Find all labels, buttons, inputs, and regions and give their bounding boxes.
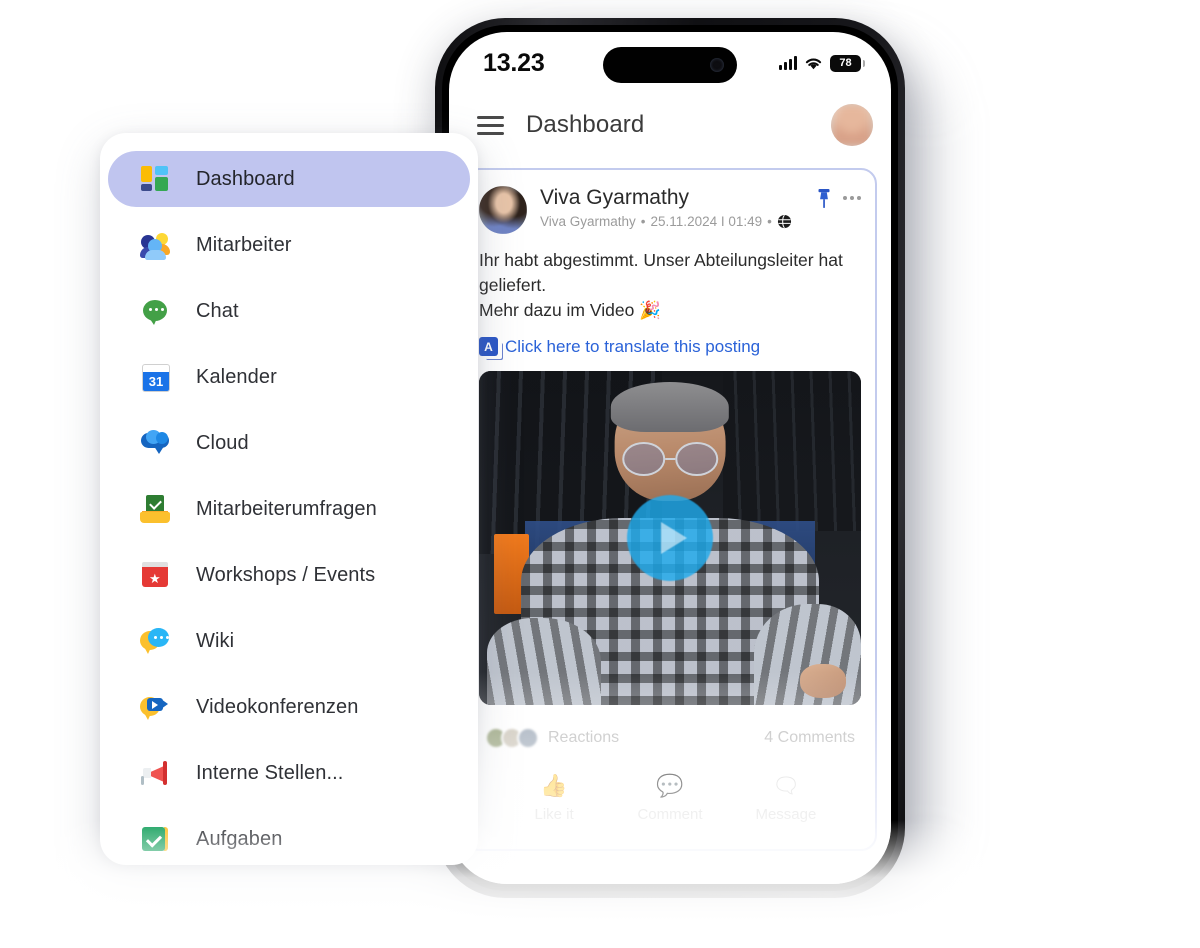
post-header-actions — [815, 186, 861, 210]
post-author-name: Viva Gyarmathy — [540, 186, 689, 209]
reactions-summary[interactable]: Reactions — [485, 726, 620, 749]
meta-separator-2: • — [767, 213, 772, 229]
post-card: Viva Gyarmathy Viva Gyarmathy • 25.11.20… — [463, 168, 877, 851]
translate-icon: A — [479, 337, 498, 357]
status-time: 13.23 — [483, 48, 545, 77]
translate-posting-link[interactable]: A Click here to translate this posting — [479, 337, 861, 357]
post-body: Ihr habt abgestimmt. Unser Abteilungslei… — [479, 248, 861, 323]
like-label: Like it — [534, 805, 574, 823]
wifi-icon — [805, 58, 822, 69]
avatar-image — [831, 104, 873, 146]
reaction-avatars — [485, 726, 539, 749]
message-button[interactable]: 🗨 Message — [729, 772, 843, 823]
reactions-label: Reactions — [548, 728, 620, 746]
sidebar-item-cloud[interactable]: Cloud — [108, 415, 470, 471]
sidebar-item-label: Cloud — [196, 431, 249, 454]
post-footer: Reactions 4 Comments 👍 Like it 💬 Comment — [479, 705, 861, 849]
post-author-block: Viva Gyarmathy Viva Gyarmathy • 25.11.20… — [540, 186, 815, 229]
megaphone-icon — [140, 758, 170, 788]
chat-icon — [140, 296, 170, 326]
dynamic-island — [603, 47, 737, 83]
sidebar-item-label: Chat — [196, 299, 239, 322]
sidebar-item-label: Kalender — [196, 365, 277, 388]
comment-button[interactable]: 💬 Comment — [613, 772, 727, 823]
more-options-icon[interactable] — [843, 188, 861, 200]
post-publisher: Viva Gyarmathy — [540, 213, 636, 229]
video-person-glasses — [622, 442, 718, 477]
sidebar-item-label: Interne Stellen... — [196, 761, 344, 784]
comments-count[interactable]: 4 Comments — [764, 729, 855, 747]
sidebar-item-label: Mitarbeiter — [196, 233, 292, 256]
dashboard-icon — [140, 164, 170, 194]
sidebar-item-kalender[interactable]: 31 Kalender — [108, 349, 470, 405]
sidebar-item-label: Mitarbeiterumfragen — [196, 497, 377, 520]
sidebar-item-mitarbeiter[interactable]: Mitarbeiter — [108, 217, 470, 273]
globe-icon — [777, 214, 792, 229]
battery-icon: 78 — [830, 54, 865, 72]
calendar-day: 31 — [143, 372, 169, 391]
post-video-thumbnail[interactable] — [479, 370, 861, 705]
pin-icon[interactable] — [815, 188, 833, 210]
meta-separator-1: • — [640, 213, 646, 229]
survey-icon — [140, 494, 170, 524]
sidebar-item-chat[interactable]: Chat — [108, 283, 470, 339]
sidebar-item-videokonferenzen[interactable]: Videokonferenzen — [108, 679, 470, 735]
post-header: Viva Gyarmathy Viva Gyarmathy • 25.11.20… — [479, 186, 861, 234]
video-person-hair — [610, 382, 730, 433]
post-body-line-1: Ihr habt abgestimmt. Unser Abteilungslei… — [479, 250, 843, 295]
calendar-icon: 31 — [140, 362, 170, 392]
task-check-icon — [140, 824, 170, 854]
cloud-icon — [140, 428, 170, 458]
avatar[interactable] — [831, 104, 873, 146]
sidebar-item-label: Dashboard — [196, 167, 295, 190]
phone-mockup: 13.23 78 Dashboard Viva Gyarmathy Viva G… — [435, 18, 931, 898]
hamburger-menu-icon[interactable] — [477, 115, 504, 135]
reactions-row: Reactions 4 Comments — [485, 726, 855, 749]
sidebar-item-wiki[interactable]: Wiki — [108, 613, 470, 669]
video-camera-icon — [140, 692, 170, 722]
phone-frame: 13.23 78 Dashboard Viva Gyarmathy Viva G… — [435, 18, 905, 898]
status-icons: 78 — [779, 54, 870, 72]
sidebar-navigation-panel: Dashboard Mitarbeiter Chat 31 Kalender C… — [100, 133, 478, 865]
post-action-bar: 👍 Like it 💬 Comment 🗨 Message — [485, 749, 855, 849]
front-camera-icon — [710, 58, 724, 72]
cellular-signal-icon — [779, 56, 797, 70]
comment-bubble-icon: 💬 — [656, 772, 684, 798]
video-bg-wall-right — [723, 370, 861, 531]
app-header: Dashboard — [449, 94, 891, 156]
event-icon: ★ — [140, 560, 170, 590]
post-meta: Viva Gyarmathy • 25.11.2024 I 01:49 • — [540, 214, 815, 229]
sidebar-item-label: Videokonferenzen — [196, 695, 359, 718]
post-body-line-2: Mehr dazu im Video 🎉 — [479, 299, 661, 320]
post-datetime: 25.11.2024 I 01:49 — [650, 213, 763, 229]
sidebar-item-workshops-events[interactable]: ★ Workshops / Events — [108, 547, 470, 603]
sidebar-item-mitarbeiterumfragen[interactable]: Mitarbeiterumfragen — [108, 481, 470, 537]
sidebar-item-aufgaben[interactable]: Aufgaben — [108, 811, 470, 865]
people-icon — [140, 230, 170, 260]
message-label: Message — [755, 805, 817, 823]
sidebar-item-dashboard[interactable]: Dashboard — [108, 151, 470, 207]
phone-screen: 13.23 78 Dashboard Viva Gyarmathy Viva G… — [449, 32, 891, 884]
page-title: Dashboard — [526, 111, 645, 138]
post-author-avatar[interactable] — [479, 186, 527, 234]
comment-label: Comment — [637, 805, 703, 823]
sidebar-item-label: Wiki — [196, 629, 235, 652]
post-author-avatar-image — [479, 186, 527, 234]
message-bubble-icon: 🗨 — [771, 772, 800, 798]
sidebar-item-interne-stellen[interactable]: Interne Stellen... — [108, 745, 470, 801]
translate-label: Click here to translate this posting — [505, 336, 761, 356]
video-person-arm-left — [486, 617, 602, 705]
sidebar-item-label: Aufgaben — [196, 827, 283, 850]
video-person-hand — [799, 664, 846, 698]
play-button-icon[interactable] — [627, 494, 713, 581]
status-bar: 13.23 78 — [449, 32, 891, 94]
wiki-icon — [140, 626, 170, 656]
like-button[interactable]: 👍 Like it — [497, 772, 611, 823]
thumbs-up-icon: 👍 — [540, 772, 568, 798]
sidebar-item-label: Workshops / Events — [196, 563, 376, 586]
